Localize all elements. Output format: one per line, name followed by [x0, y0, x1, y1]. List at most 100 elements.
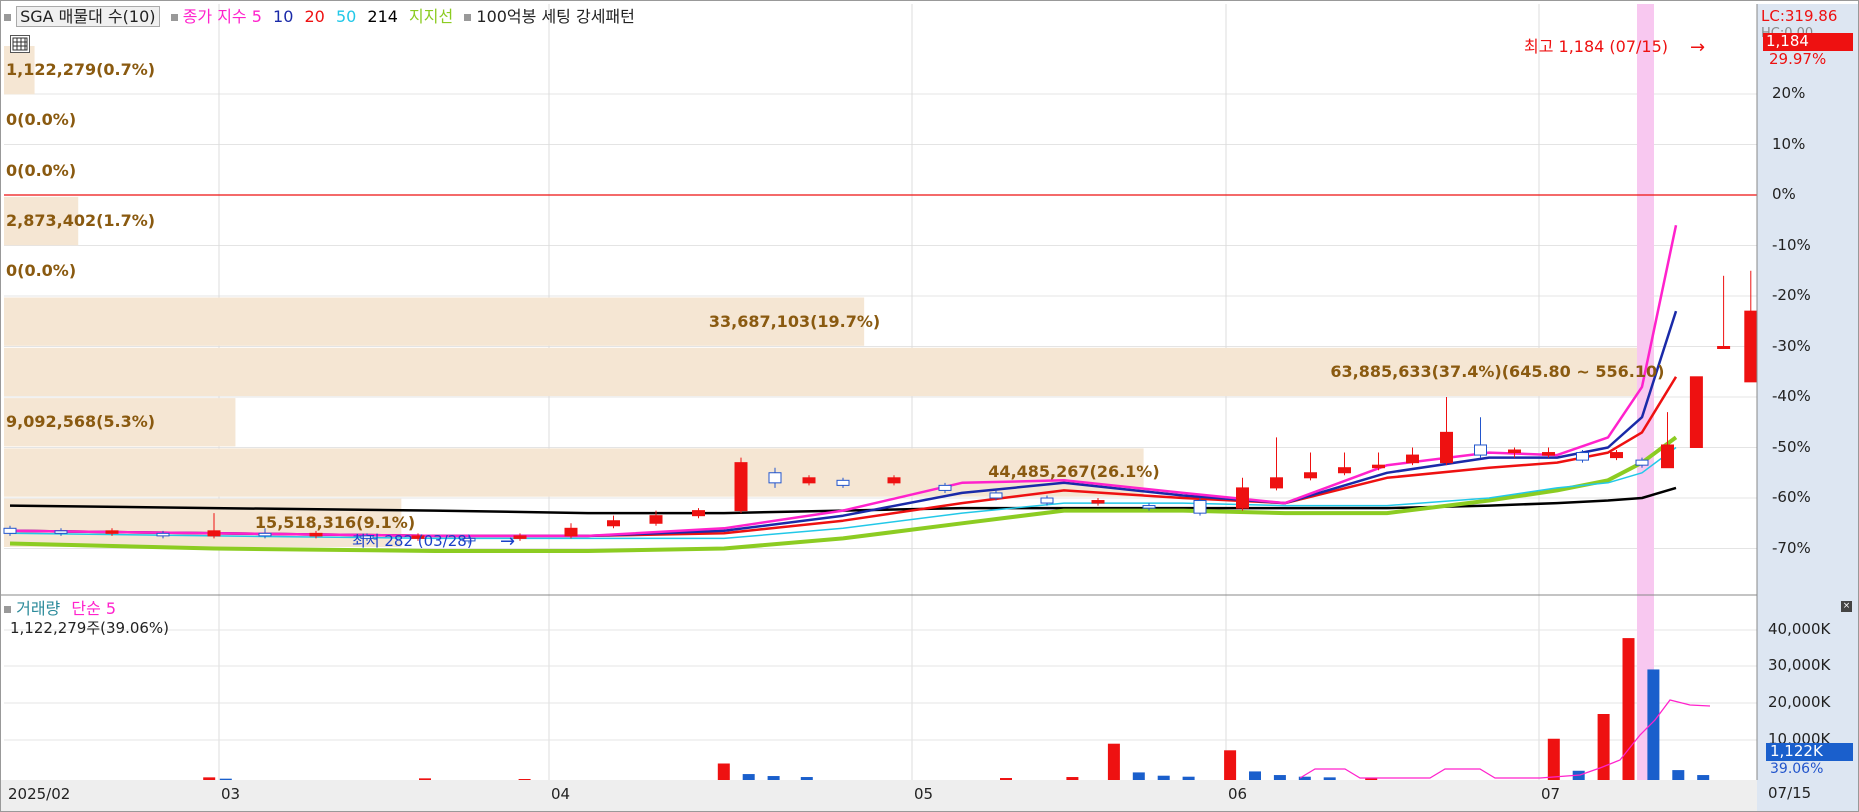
price-tick-label: 0% [1772, 185, 1796, 203]
current-pct-label: 29.97% [1769, 50, 1827, 68]
candle-down [1193, 500, 1207, 514]
candle-down [258, 532, 272, 537]
close-icon[interactable]: × [1841, 601, 1852, 612]
volume-tick-label: 20,000K [1768, 693, 1831, 711]
candle-up [1717, 346, 1731, 349]
legend-ma10[interactable]: 10 [273, 7, 293, 26]
volume-bar [419, 778, 431, 780]
legend-square-icon [170, 14, 178, 21]
candle-up [1689, 376, 1703, 448]
arrow-right-icon: → [1690, 37, 1706, 58]
candle-down [989, 492, 1003, 499]
volume-profile-label: 1,122,279(0.7%) [6, 60, 156, 79]
volume-bar [1249, 771, 1261, 780]
volume-tick-label: 40,000K [1768, 620, 1831, 638]
candle-up [887, 477, 901, 484]
volume-bar [1323, 777, 1336, 780]
volume-bar [1000, 778, 1012, 780]
candle-up [105, 530, 119, 534]
candle-up [1440, 431, 1453, 464]
candle-up [1338, 467, 1351, 474]
legend-ma5[interactable]: 5 [252, 7, 262, 26]
volume-profile-label: 63,885,633(37.4%)(645.80 ~ 556.10) [1330, 361, 1665, 381]
candle-up [802, 477, 816, 484]
volume-bar [1224, 750, 1237, 780]
candle-down [836, 479, 850, 486]
candle-up [1610, 452, 1623, 459]
volume-bar [1597, 714, 1610, 780]
legend-square-icon [464, 14, 472, 21]
legend-ma214[interactable]: 214 [367, 7, 398, 26]
candle-up [1508, 449, 1521, 454]
candle-down [54, 530, 68, 534]
x-axis-month-label: 2025/02 [8, 785, 71, 803]
volume-profile-setting-button[interactable]: SGA 매물대 수(10) [16, 6, 160, 27]
x-axis-month-label: 03 [221, 785, 241, 803]
volume-profile-label: 33,687,103(19.7%) [708, 311, 881, 331]
price-tick-label: -30% [1772, 336, 1811, 355]
volume-bar [717, 763, 730, 780]
volume-bar [1697, 775, 1710, 780]
volume-ma-label[interactable]: 단순 5 [71, 599, 116, 618]
candle-up [309, 532, 323, 537]
volume-bar [1132, 772, 1145, 780]
arrow-right-icon: → [500, 531, 516, 552]
legend-square-icon [4, 14, 11, 21]
volume-profile-label: 2,873,402(1.7%) [6, 210, 156, 230]
volume-title[interactable]: 거래량 [16, 599, 60, 618]
candle-up [1661, 444, 1674, 469]
current-volume-pct: 39.06% [1770, 761, 1824, 777]
price-tick-label: -60% [1772, 488, 1811, 506]
candle-down [3, 527, 17, 534]
current-price-badge: 1,184 [1763, 33, 1853, 51]
volume-value: 1,122,279주(39.06%) [10, 619, 170, 637]
volume-bar [1547, 738, 1560, 780]
candle-up [649, 515, 663, 524]
candle-down [1474, 444, 1487, 456]
volume-bar [742, 774, 755, 780]
volume-profile-label: 15,518,316(9.1%) [254, 512, 416, 532]
candle-up [1236, 487, 1249, 509]
candle-up [1542, 452, 1555, 456]
chart-canvas[interactable] [0, 0, 1859, 812]
candle-up [1372, 464, 1385, 469]
volume-profile-label: 0(0.0%) [6, 110, 77, 130]
price-tick-label: 20% [1772, 84, 1806, 102]
candle-up [607, 520, 620, 527]
legend-pattern[interactable]: 100억봉 세팅 강세패턴 [476, 7, 634, 26]
candle-down [156, 532, 170, 537]
candle-down [938, 484, 952, 491]
candle-up [1091, 500, 1105, 504]
x-axis-month-label: 06 [1228, 785, 1248, 803]
legend-ma20[interactable]: 20 [304, 7, 324, 26]
candle-down [1142, 505, 1156, 509]
price-tick-label: -10% [1772, 235, 1811, 254]
volume-bar [1622, 638, 1635, 780]
legend-price-prefix[interactable]: 종가 지수 [183, 7, 247, 26]
price-tick-label: 10% [1772, 134, 1806, 153]
high-price-annotation: 최고 1,184 (07/15) [1524, 37, 1669, 56]
x-axis-month-label: 05 [914, 785, 934, 803]
x-axis-current-date: 07/15 [1768, 784, 1812, 802]
volume-bar [1157, 775, 1170, 780]
legend-ma50[interactable]: 50 [336, 7, 356, 26]
legend-support[interactable]: 지지선 [409, 7, 453, 26]
volume-bar [203, 777, 216, 780]
volume-bar [1672, 770, 1685, 780]
candle-up [207, 530, 221, 537]
volume-bar [518, 779, 531, 780]
volume-legend: 거래량 단순 5 [4, 601, 116, 617]
legend-square-icon [4, 606, 11, 613]
grid-table-icon[interactable] [10, 35, 30, 53]
volume-bar [800, 777, 813, 780]
candle-up [1304, 472, 1317, 479]
background [0, 0, 1859, 812]
stock-chart-window: SGA 매물대 수(10) 종가 지수 5 10 20 50 214 지지선 1… [0, 0, 1859, 812]
x-axis-month-label: 04 [551, 785, 571, 803]
volume-bar [767, 776, 780, 780]
candle-down [1040, 497, 1054, 504]
volume-tick-label: 30,000K [1768, 656, 1831, 674]
price-tick-label: -40% [1772, 387, 1811, 405]
candle-down [1635, 459, 1649, 466]
volume-bar [1273, 775, 1286, 780]
